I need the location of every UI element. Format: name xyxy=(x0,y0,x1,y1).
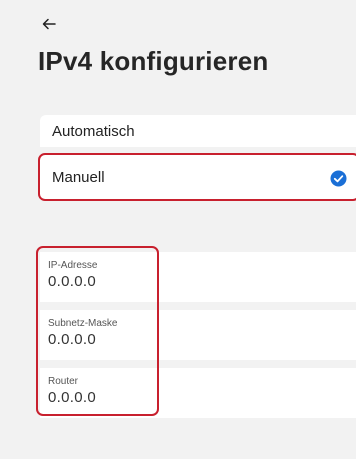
ip-address-label: IP-Adresse xyxy=(48,260,98,271)
option-manual-label: Manuell xyxy=(52,168,105,186)
check-circle-icon xyxy=(330,170,347,187)
router-value: 0.0.0.0 xyxy=(48,389,96,406)
option-manual[interactable]: Manuell xyxy=(40,154,356,200)
router-label: Router xyxy=(48,376,79,387)
subnet-mask-field[interactable]: Subnetz-Maske 0.0.0.0 xyxy=(40,310,356,360)
subnet-mask-value: 0.0.0.0 xyxy=(48,331,96,348)
subnet-mask-label: Subnetz-Maske xyxy=(48,318,118,329)
page-title: IPv4 konfigurieren xyxy=(38,46,269,76)
ip-address-field[interactable]: IP-Adresse 0.0.0.0 xyxy=(40,252,356,302)
router-field[interactable]: Router 0.0.0.0 xyxy=(40,368,356,418)
ip-address-value: 0.0.0.0 xyxy=(48,273,96,290)
option-automatic[interactable]: Automatisch xyxy=(40,115,356,147)
back-button[interactable] xyxy=(38,13,60,35)
arrow-left-icon xyxy=(42,18,56,30)
option-automatic-label: Automatisch xyxy=(52,122,135,140)
